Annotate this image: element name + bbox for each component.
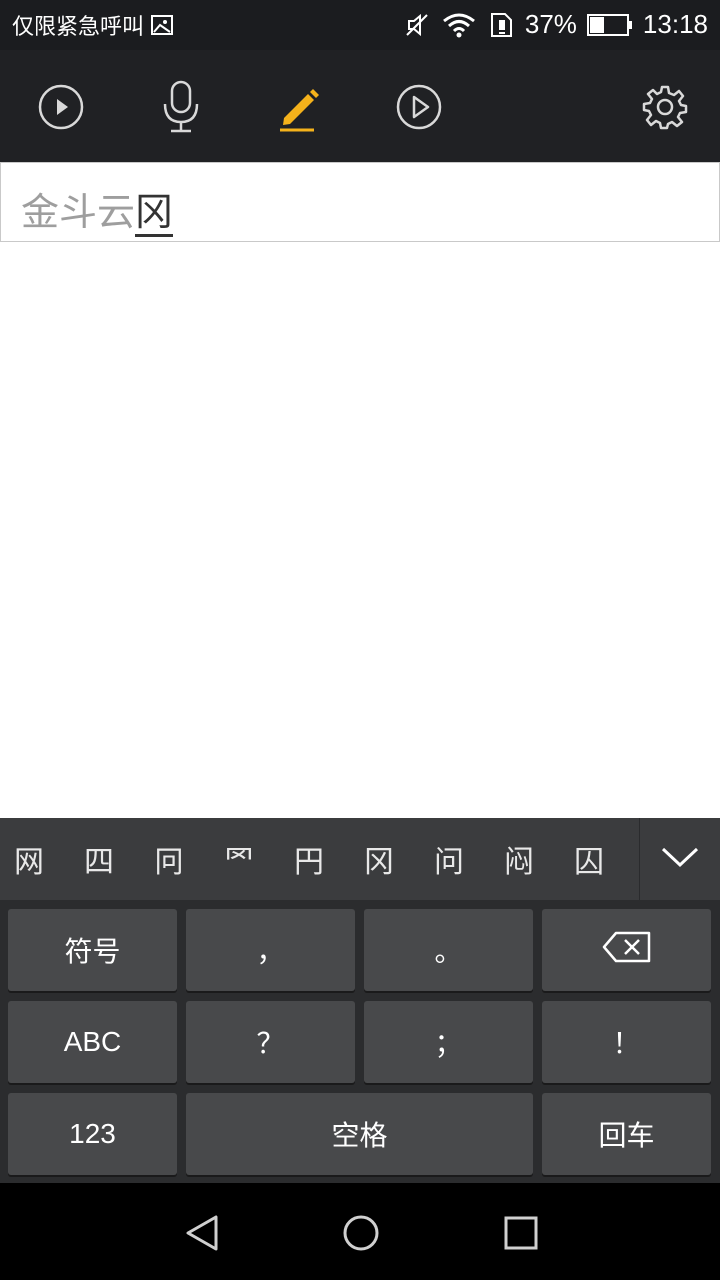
candidate-item[interactable]: 罓 — [224, 837, 294, 881]
mute-icon — [403, 11, 431, 39]
candidate-bar: 网 四 冋 罓 円 冈 问 闷 囚 — [0, 818, 720, 900]
candidate-item[interactable]: 四 — [84, 837, 154, 881]
candidate-item[interactable]: 闷 — [504, 837, 574, 881]
home-icon[interactable] — [339, 1211, 383, 1255]
backspace-icon — [602, 931, 652, 970]
navigation-bar — [0, 1183, 720, 1280]
key-exclamation[interactable]: ！ — [542, 1001, 711, 1083]
sim-alert-icon — [487, 11, 515, 39]
status-bar: 仅限紧急呼叫 37% 13:18 — [0, 0, 720, 50]
wifi-icon — [441, 11, 477, 39]
candidate-item[interactable]: 冋 — [154, 837, 224, 881]
text-input-field[interactable]: 金斗云冈 — [0, 162, 720, 242]
collapse-candidates-button[interactable] — [639, 818, 720, 900]
key-semicolon[interactable]: ； — [364, 1001, 533, 1083]
key-enter[interactable]: 回车 — [542, 1093, 711, 1175]
play-circle-icon[interactable] — [36, 82, 86, 132]
battery-percent: 37% — [524, 9, 577, 39]
play-outline-icon[interactable] — [394, 82, 444, 132]
candidate-item[interactable]: 冈 — [364, 837, 434, 881]
chevron-down-icon — [661, 846, 699, 872]
clock: 13:18 — [642, 9, 708, 39]
candidate-list: 网 四 冋 罓 円 冈 问 闷 囚 — [0, 818, 652, 900]
backspace-key[interactable] — [542, 909, 711, 991]
battery-icon — [586, 13, 633, 37]
key-symbols[interactable]: 符号 — [8, 909, 177, 991]
key-123[interactable]: 123 — [8, 1093, 177, 1175]
input-text: 金斗云冈 — [21, 181, 174, 237]
microphone-icon[interactable] — [156, 80, 206, 133]
image-icon — [150, 13, 174, 37]
app-toolbar — [0, 50, 720, 162]
status-right: 37% 13:18 — [403, 9, 708, 40]
candidate-item[interactable]: 网 — [14, 837, 84, 881]
recent-apps-icon[interactable] — [499, 1211, 543, 1255]
candidate-item[interactable]: 问 — [434, 837, 504, 881]
content-area — [0, 242, 720, 818]
key-comma[interactable]: ， — [186, 909, 355, 991]
status-left: 仅限紧急呼叫 — [12, 9, 174, 41]
settings-gear-icon[interactable] — [640, 82, 690, 132]
carrier-text: 仅限紧急呼叫 — [12, 15, 145, 40]
pencil-icon[interactable] — [274, 82, 324, 132]
candidate-item[interactable]: 囚 — [574, 837, 644, 881]
committed-text: 金斗云 — [21, 190, 136, 234]
key-question[interactable]: ？ — [186, 1001, 355, 1083]
composing-text: 冈 — [135, 190, 174, 237]
key-abc[interactable]: ABC — [8, 1001, 177, 1083]
back-icon[interactable] — [180, 1211, 224, 1255]
key-period[interactable]: 。 — [364, 909, 533, 991]
candidate-item[interactable]: 円 — [294, 837, 364, 881]
key-space[interactable]: 空格 — [186, 1093, 533, 1175]
keyboard: 符号 ， 。 ABC ？ ； ！ 123 空格 回车 — [0, 900, 720, 1183]
